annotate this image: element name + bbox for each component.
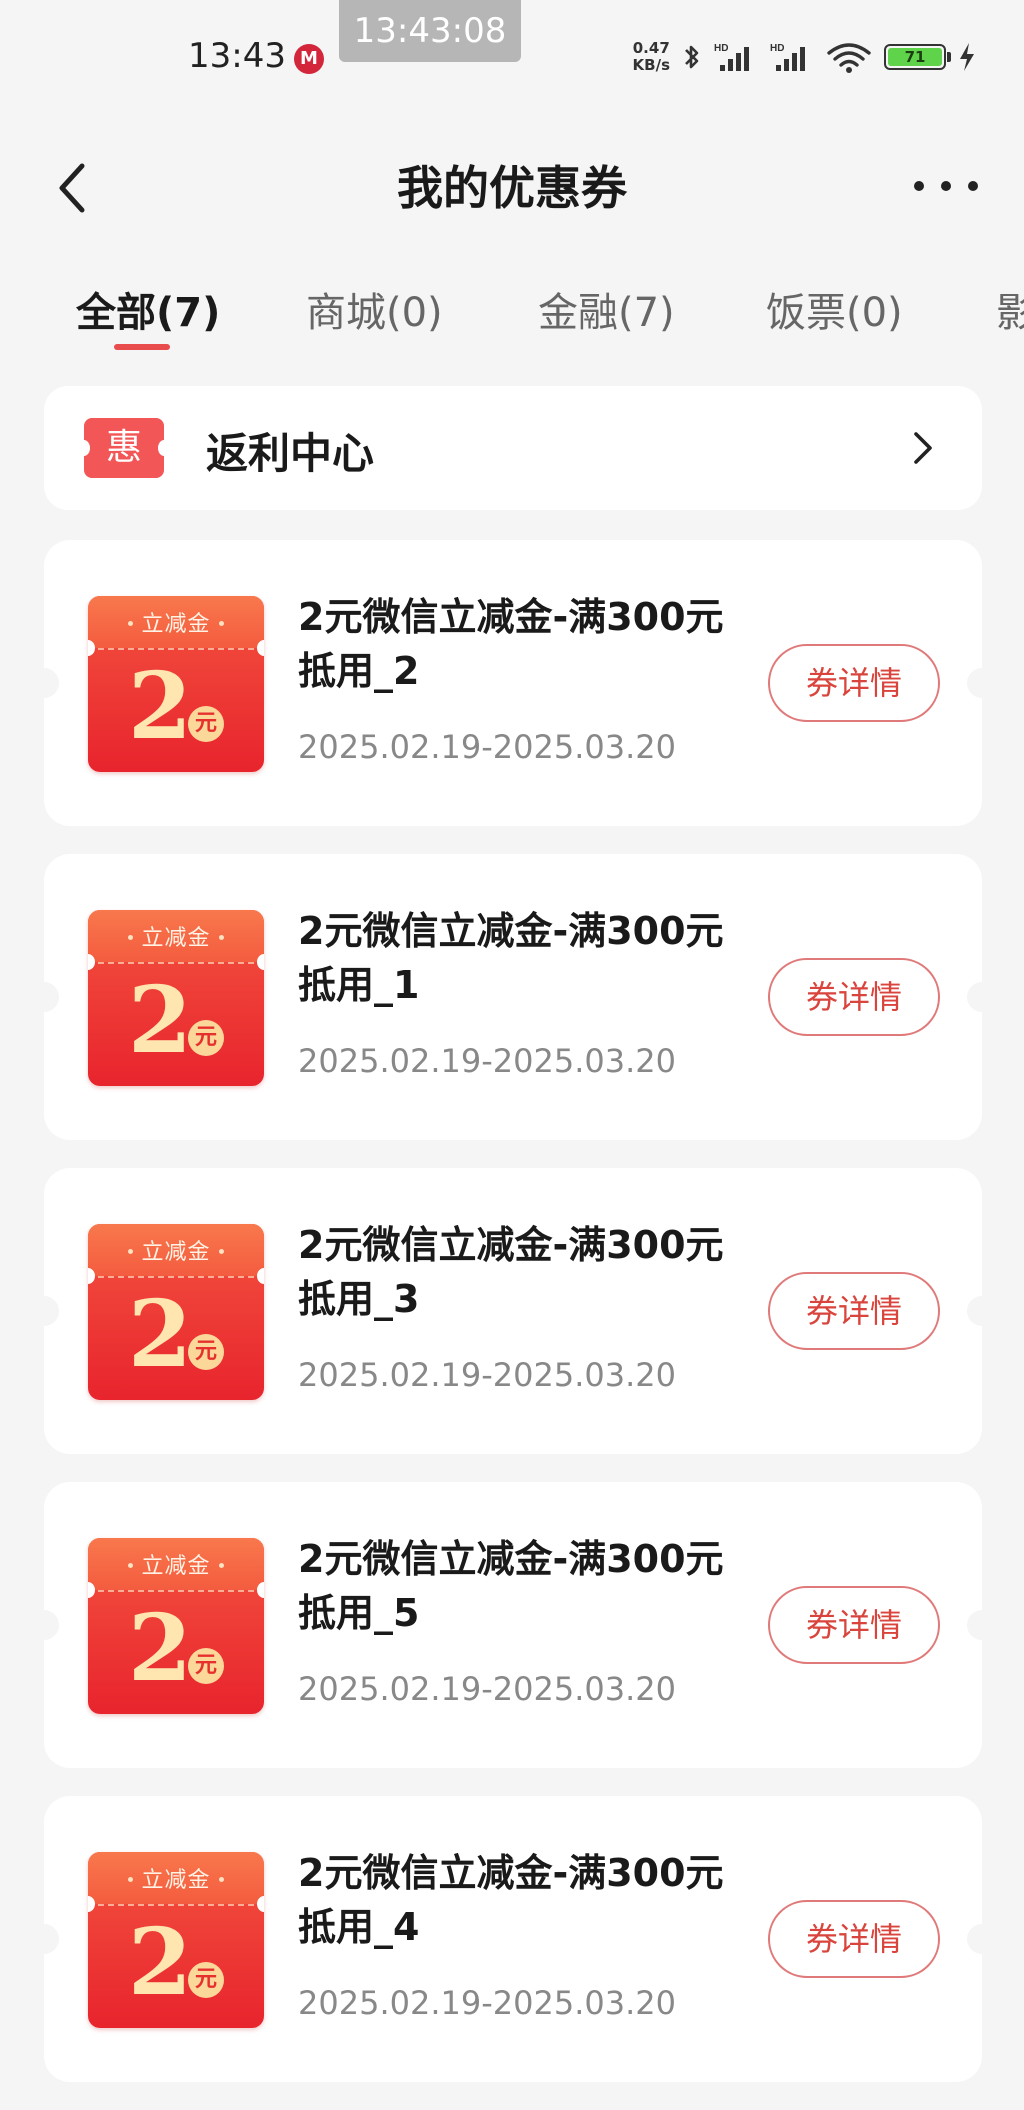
coupon-title: 2元微信立减金-满300元抵用_1 [298, 909, 724, 1007]
active-tab-indicator [114, 344, 170, 350]
status-icons: 0.47 KB/s HD HD 71 [633, 40, 976, 74]
coupon-validity: 2025.02.19-2025.03.20 [298, 1042, 676, 1080]
coupon-title: 2元微信立减金-满300元抵用_2 [298, 595, 724, 693]
status-time: 13:43 [188, 36, 286, 76]
ticket-unit: 元 [188, 1334, 224, 1370]
coupon-ticket-image: 立减金 2 元 [88, 596, 264, 772]
ticket-label: 立减金 [141, 1554, 211, 1579]
rebate-badge-icon: 惠 [78, 418, 170, 478]
ticket-amount: 2 [128, 1280, 193, 1388]
coupon-ticket-image: 立减金 2 元 [88, 910, 264, 1086]
ticket-amount: 2 [128, 1908, 193, 2016]
coupon-ticket-image: 立减金 2 元 [88, 1852, 264, 2028]
status-bar: 13:43 M ··· 13:43:08 0.47 KB/s HD HD [0, 0, 1024, 120]
ticket-unit: 元 [188, 706, 224, 742]
coupon-details-button[interactable]: 券详情 [768, 1272, 940, 1350]
coupon-title: 2元微信立减金-满300元抵用_5 [298, 1537, 724, 1635]
ticket-unit: 元 [188, 1962, 224, 1998]
coupon-card: 立减金 2 元 2元微信立减金-满300元抵用_4 2025.02.19-202… [29, 1796, 997, 2082]
rebate-center-entry[interactable]: 惠 返利中心 [44, 386, 982, 510]
tab-all[interactable]: 全部(7) [76, 280, 220, 338]
rebate-center-label: 返利中心 [206, 429, 375, 478]
svg-text:HD: HD [770, 43, 784, 54]
coupon-validity: 2025.02.19-2025.03.20 [298, 728, 676, 766]
ticket-label: 立减金 [141, 612, 211, 637]
tab-finance[interactable]: 金融(7) [538, 280, 675, 338]
screenshot-timestamp: 13:43:08 [339, 0, 521, 62]
coupon-card: 立减金 2 元 2元微信立减金-满300元抵用_2 2025.02.19-202… [29, 540, 997, 826]
tab-movie[interactable]: 影 [996, 280, 1024, 338]
nav-bar: 我的优惠券 [0, 130, 1024, 240]
coupon-ticket-image: 立减金 2 元 [88, 1224, 264, 1400]
coupon-details-button[interactable]: 券详情 [768, 958, 940, 1036]
tab-mall[interactable]: 商城(0) [306, 280, 443, 338]
network-speed-value: 0.47 [632, 39, 670, 57]
ticket-label: 立减金 [141, 1240, 211, 1265]
ticket-amount: 2 [128, 652, 193, 760]
bluetooth-icon [685, 45, 699, 69]
coupon-validity: 2025.02.19-2025.03.20 [298, 1984, 676, 2022]
coupon-list: 立减金 2 元 2元微信立减金-满300元抵用_2 2025.02.19-202… [29, 540, 997, 2110]
coupon-details-button[interactable]: 券详情 [768, 1900, 940, 1978]
coupon-validity: 2025.02.19-2025.03.20 [298, 1356, 676, 1394]
category-tabs: 全部(7) 商城(0) 金融(7) 饭票(0) 影 [0, 270, 1024, 360]
coupon-title: 2元微信立减金-满300元抵用_4 [298, 1851, 724, 1949]
tab-meal-ticket[interactable]: 饭票(0) [766, 280, 903, 338]
ticket-amount: 2 [128, 966, 193, 1074]
battery-level: 71 [888, 48, 942, 66]
ticket-label: 立减金 [141, 926, 211, 951]
coupon-card: 立减金 2 元 2元微信立减金-满300元抵用_5 2025.02.19-202… [29, 1482, 997, 1768]
network-speed: 0.47 KB/s [633, 40, 670, 74]
coupon-card: 立减金 2 元 2元微信立减金-满300元抵用_3 2025.02.19-202… [29, 1168, 997, 1454]
wifi-icon [827, 43, 871, 73]
ticket-amount: 2 [128, 1594, 193, 1702]
coupon-details-button[interactable]: 券详情 [768, 644, 940, 722]
charging-icon [960, 43, 974, 71]
ticket-label: 立减金 [141, 1868, 211, 1893]
battery-icon: 71 [884, 44, 951, 70]
ticket-unit: 元 [188, 1648, 224, 1684]
bank-app-icon: M [294, 44, 324, 74]
network-speed-unit: KB/s [632, 56, 670, 74]
coupon-title: 2元微信立减金-满300元抵用_3 [298, 1223, 724, 1321]
signal-hd-icon: HD [714, 43, 749, 71]
more-options-icon[interactable] [914, 166, 978, 206]
signal-hd-icon-2: HD [770, 43, 805, 71]
coupon-validity: 2025.02.19-2025.03.20 [298, 1670, 676, 1708]
coupon-details-button[interactable]: 券详情 [768, 1586, 940, 1664]
chevron-right-icon [914, 432, 932, 464]
coupon-ticket-image: 立减金 2 元 [88, 1538, 264, 1714]
svg-text:HD: HD [714, 43, 728, 54]
coupon-card: 立减金 2 元 2元微信立减金-满300元抵用_1 2025.02.19-202… [29, 854, 997, 1140]
page-title: 我的优惠券 [397, 161, 627, 215]
ticket-unit: 元 [188, 1020, 224, 1056]
